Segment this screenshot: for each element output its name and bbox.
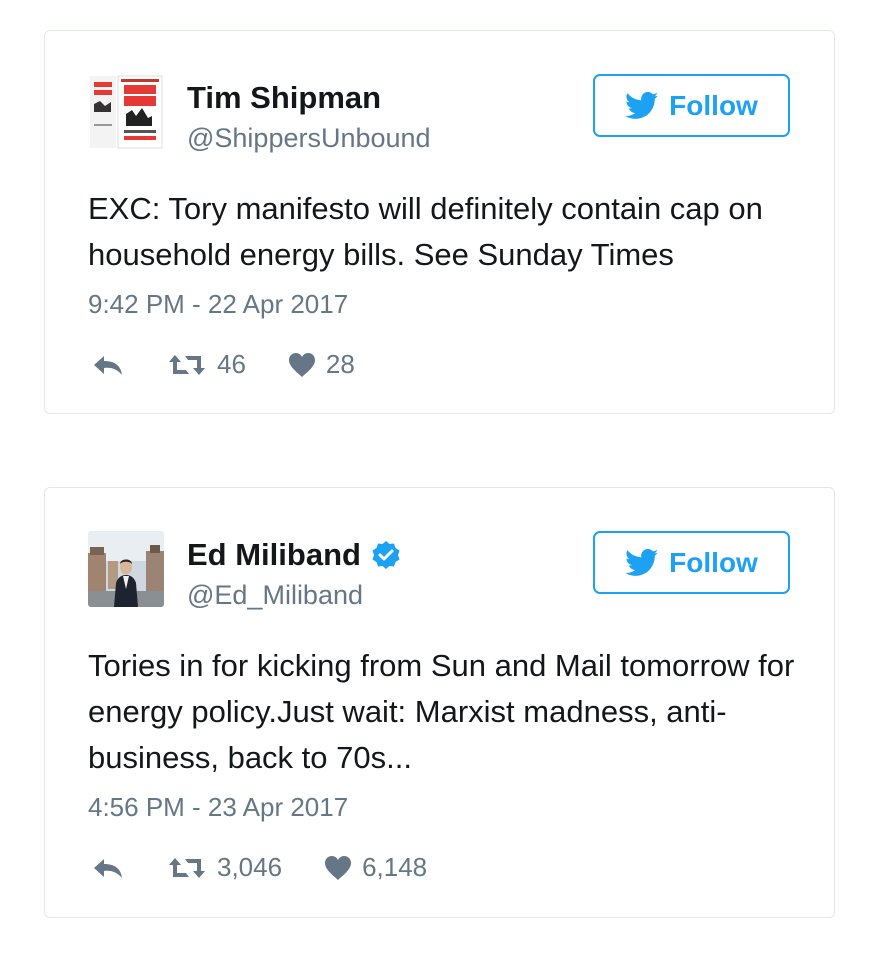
- book-cover-icon: [88, 74, 164, 150]
- follow-button[interactable]: Follow: [593, 531, 790, 594]
- verified-badge-icon: [371, 540, 401, 570]
- like-button[interactable]: 6,148: [324, 852, 427, 883]
- retweet-count: 3,046: [217, 852, 283, 882]
- profile-photo-icon: [88, 531, 164, 607]
- display-name[interactable]: Ed Miliband: [187, 537, 361, 573]
- tweet-actions: 46 28: [91, 349, 355, 380]
- like-button[interactable]: 28: [288, 349, 355, 380]
- tweet-actions: 3,046 6,148: [91, 852, 427, 883]
- timestamp[interactable]: 9:42 PM - 22 Apr 2017: [88, 289, 348, 319]
- twitter-bird-icon: [625, 548, 659, 576]
- follow-label: Follow: [669, 546, 758, 578]
- tweet-text: Tories in for kicking from Sun and Mail …: [88, 648, 795, 775]
- reply-button[interactable]: [91, 352, 125, 378]
- timestamp[interactable]: 4:56 PM - 23 Apr 2017: [88, 792, 348, 822]
- avatar[interactable]: [88, 74, 164, 150]
- retweet-icon: [169, 354, 205, 375]
- user-handle[interactable]: @Ed_Miliband: [187, 579, 363, 611]
- tweet-card: Tim Shipman @ShippersUnbound Follow EXC:…: [44, 30, 835, 414]
- heart-icon: [288, 352, 315, 377]
- twitter-bird-icon: [625, 91, 659, 119]
- like-count: 28: [325, 349, 355, 379]
- tweet-text: EXC: Tory manifesto will definitely cont…: [88, 191, 763, 272]
- retweet-button[interactable]: 46: [167, 349, 246, 380]
- heart-icon: [325, 855, 352, 880]
- reply-icon: [94, 858, 122, 878]
- reply-button[interactable]: [91, 855, 125, 881]
- display-name[interactable]: Tim Shipman: [187, 80, 381, 116]
- retweet-icon: [169, 857, 205, 878]
- retweet-button[interactable]: 3,046: [167, 852, 282, 883]
- reply-icon: [94, 355, 122, 375]
- follow-label: Follow: [669, 89, 758, 121]
- tweet-card: Ed Miliband @Ed_Miliband Follow Tories i…: [44, 487, 835, 918]
- retweet-count: 46: [217, 349, 246, 379]
- avatar[interactable]: [88, 531, 164, 607]
- follow-button[interactable]: Follow: [593, 74, 790, 137]
- user-handle[interactable]: @ShippersUnbound: [187, 122, 431, 154]
- like-count: 6,148: [362, 852, 428, 882]
